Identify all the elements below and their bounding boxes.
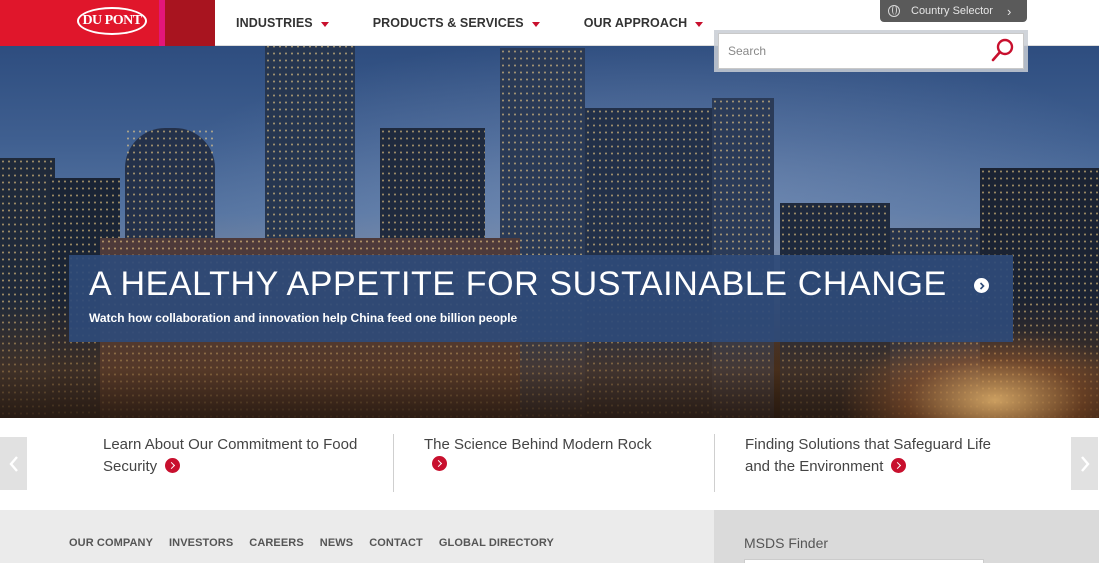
footer-link-news[interactable]: NEWS xyxy=(320,537,353,549)
footer-link-investors[interactable]: INVESTORS xyxy=(169,537,233,549)
nav-label: INDUSTRIES xyxy=(236,16,313,30)
search-box xyxy=(714,30,1028,72)
nav-label: OUR APPROACH xyxy=(583,16,688,30)
feature-strip: Learn About Our Commitment to Food Secur… xyxy=(0,418,1099,510)
country-selector-label: Country Selector xyxy=(911,5,993,17)
next-slide-button[interactable] xyxy=(1071,437,1098,490)
hero-subtitle: Watch how collaboration and innovation h… xyxy=(89,311,518,325)
search-icon[interactable] xyxy=(990,37,1016,63)
country-selector-button[interactable]: Country Selector › xyxy=(880,0,1027,22)
chevron-left-icon xyxy=(8,455,18,472)
feature-food-security[interactable]: Learn About Our Commitment to Food Secur… xyxy=(103,434,393,478)
feature-label: The Science Behind Modern Rock xyxy=(424,436,652,453)
footer-link-global-directory[interactable]: GLOBAL DIRECTORY xyxy=(439,537,554,549)
hero-banner[interactable]: A HEALTHY APPETITE FOR SUSTAINABLE CHANG… xyxy=(69,255,1013,342)
nav-label: PRODUCTS & SERVICES xyxy=(372,16,524,30)
hero-title: A HEALTHY APPETITE FOR SUSTAINABLE CHANG… xyxy=(89,265,947,303)
logo-block[interactable]: DU PONT xyxy=(0,0,159,46)
footer-link-our-company[interactable]: OUR COMPANY xyxy=(69,537,153,549)
nav-products-services[interactable]: PRODUCTS & SERVICES xyxy=(373,16,540,30)
caret-down-icon xyxy=(695,22,704,27)
divider xyxy=(714,434,715,492)
arrow-right-icon xyxy=(165,458,181,473)
main-nav: INDUSTRIES PRODUCTS & SERVICES OUR APPRO… xyxy=(236,0,747,46)
msds-finder-title: MSDS Finder xyxy=(744,535,829,551)
footer-links: OUR COMPANY INVESTORS CAREERS NEWS CONTA… xyxy=(69,537,570,549)
feature-safeguard-life[interactable]: Finding Solutions that Safeguard Life an… xyxy=(745,434,1005,478)
chevron-right-icon: › xyxy=(1006,3,1012,19)
divider xyxy=(393,434,394,492)
search-input[interactable] xyxy=(718,33,1024,69)
chevron-right-icon xyxy=(1080,455,1090,472)
msds-finder-panel: MSDS Finder xyxy=(714,510,1099,563)
caret-down-icon xyxy=(531,22,540,27)
arrow-right-icon[interactable] xyxy=(974,278,989,293)
arrow-right-icon xyxy=(432,456,447,471)
feature-label: Finding Solutions that Safeguard Life an… xyxy=(745,436,991,475)
logo-text: DU PONT xyxy=(82,13,142,28)
footer: OUR COMPANY INVESTORS CAREERS NEWS CONTA… xyxy=(0,510,714,563)
msds-finder-input[interactable] xyxy=(744,559,984,563)
dupont-logo: DU PONT xyxy=(77,7,147,35)
nav-our-approach[interactable]: OUR APPROACH xyxy=(584,16,704,30)
previous-slide-button[interactable] xyxy=(0,437,27,490)
arrow-right-icon xyxy=(891,458,907,473)
globe-icon xyxy=(888,5,900,17)
feature-label: Learn About Our Commitment to Food Secur… xyxy=(103,436,358,475)
hero-image xyxy=(0,46,1099,418)
page: DU PONT INDUSTRIES PRODUCTS & SERVICES O… xyxy=(0,0,1099,563)
nav-industries[interactable]: INDUSTRIES xyxy=(236,16,329,30)
footer-link-contact[interactable]: CONTACT xyxy=(369,537,423,549)
footer-link-careers[interactable]: CAREERS xyxy=(249,537,304,549)
logo-stripe-dark xyxy=(165,0,215,46)
caret-down-icon xyxy=(320,22,329,27)
feature-modern-rock[interactable]: The Science Behind Modern Rock xyxy=(424,434,664,474)
